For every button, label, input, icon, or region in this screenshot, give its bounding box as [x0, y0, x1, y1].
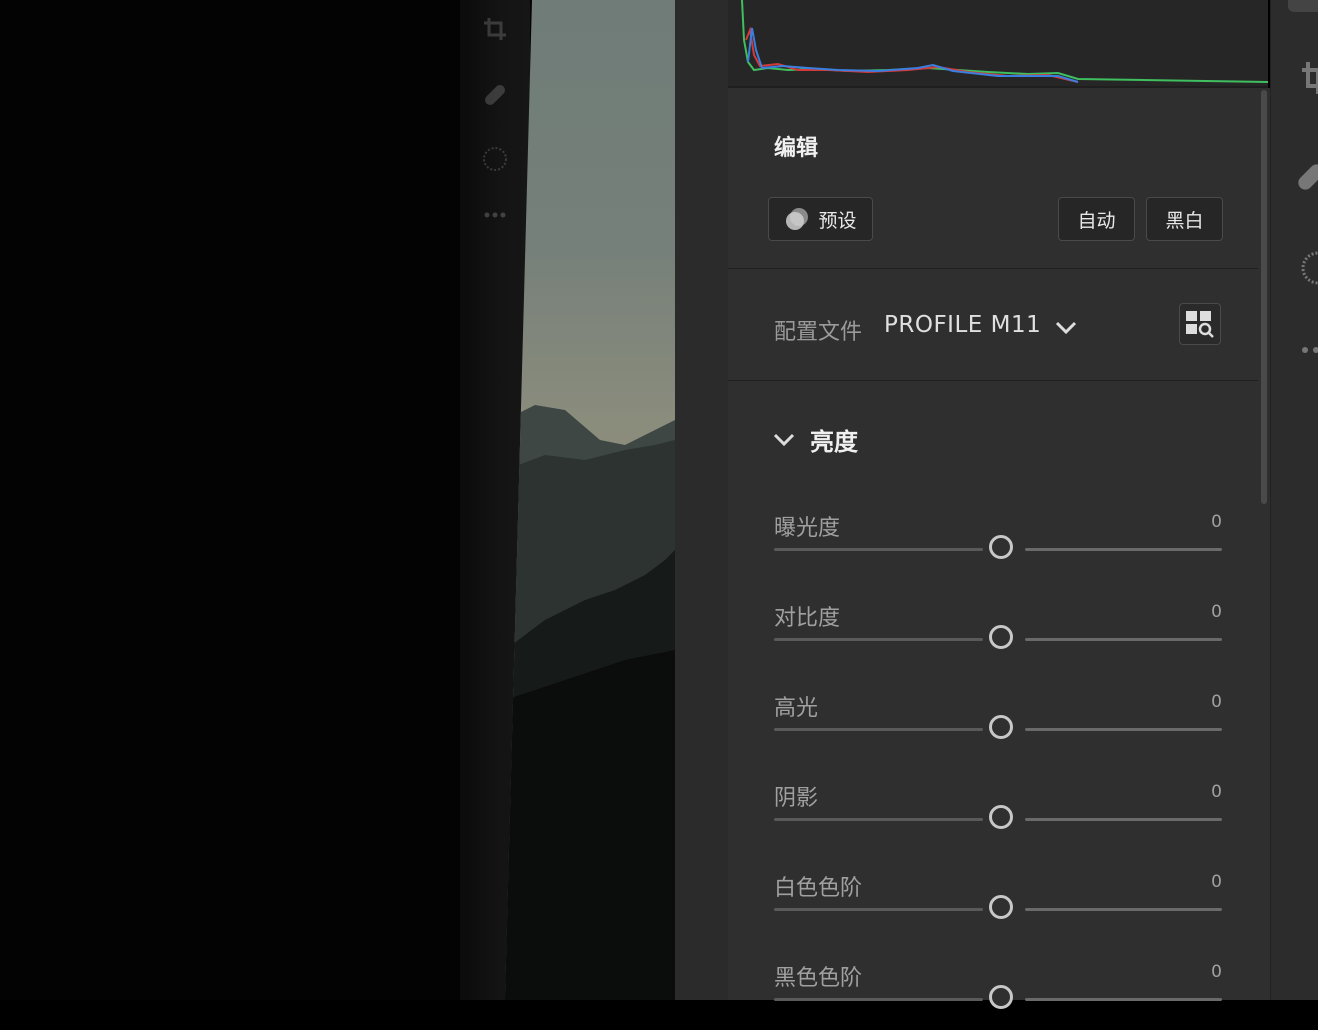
rail-tab[interactable]: [1288, 0, 1318, 12]
slider-value[interactable]: 0: [1211, 782, 1222, 802]
slider-track[interactable]: [774, 728, 983, 731]
slider-thumb[interactable]: [989, 715, 1013, 739]
slider-label: 曝光度: [774, 516, 841, 541]
more-icon[interactable]: [480, 200, 510, 230]
crop-icon[interactable]: [480, 14, 510, 44]
slider-label: 对比度: [774, 606, 841, 631]
crop-icon[interactable]: [1298, 60, 1318, 94]
slider-label: 阴影: [774, 786, 819, 811]
slider-value[interactable]: 0: [1211, 512, 1222, 532]
slider-track[interactable]: [1025, 908, 1222, 911]
slider-value[interactable]: 0: [1211, 962, 1222, 982]
image-canvas[interactable]: [0, 0, 675, 1000]
auto-button[interactable]: 自动: [1058, 197, 1135, 241]
slider-label: 黑色色阶: [774, 966, 863, 991]
slider-value[interactable]: 0: [1211, 692, 1222, 712]
chevron-down-icon[interactable]: [1054, 316, 1078, 340]
slider-track[interactable]: [774, 818, 983, 821]
presets-icon: [784, 206, 810, 232]
contrast-slider[interactable]: 对比度 0: [774, 600, 1222, 670]
divider: [728, 380, 1258, 381]
slider-thumb[interactable]: [989, 625, 1013, 649]
profile-label: 配置文件: [774, 320, 863, 345]
profile-browser-icon: [1186, 311, 1214, 338]
more-icon[interactable]: [1298, 338, 1318, 368]
section-title: 编辑: [774, 136, 819, 161]
slider-track[interactable]: [774, 548, 983, 551]
slider-thumb[interactable]: [989, 535, 1013, 559]
whites-slider[interactable]: 白色色阶 0: [774, 870, 1222, 940]
slider-track[interactable]: [1025, 638, 1222, 641]
histogram[interactable]: [728, 0, 1269, 88]
exposure-slider[interactable]: 曝光度 0: [774, 510, 1222, 580]
slider-thumb[interactable]: [989, 985, 1013, 1009]
slider-value[interactable]: 0: [1211, 872, 1222, 892]
light-group-title[interactable]: 亮度: [810, 422, 858, 457]
presets-label: 预设: [818, 209, 857, 232]
black-white-button[interactable]: 黑白: [1146, 197, 1223, 241]
tool-rail: [1270, 0, 1318, 1000]
shadows-slider[interactable]: 阴影 0: [774, 780, 1222, 850]
edit-panel: 编辑 预设 自动 黑白 配置文件 PROFILE M11 亮度 曝光度 0 对比…: [728, 0, 1269, 1009]
masking-icon[interactable]: [1298, 248, 1318, 285]
group-toggle-icon[interactable]: [772, 428, 796, 452]
healing-icon[interactable]: [480, 80, 510, 110]
healing-icon[interactable]: [1298, 160, 1318, 190]
slider-track[interactable]: [1025, 728, 1222, 731]
scrollbar-thumb[interactable]: [1261, 90, 1267, 504]
slider-track[interactable]: [774, 638, 983, 641]
profile-browser-button[interactable]: [1179, 303, 1221, 345]
highlights-slider[interactable]: 高光 0: [774, 690, 1222, 760]
slider-track[interactable]: [774, 908, 983, 911]
photo-preview: [505, 0, 675, 1000]
masking-icon[interactable]: [480, 144, 510, 174]
profile-dropdown[interactable]: PROFILE M11: [884, 312, 1041, 338]
panel-gutter: [675, 0, 728, 1000]
divider: [728, 268, 1258, 269]
slider-track[interactable]: [1025, 818, 1222, 821]
slider-track[interactable]: [1025, 548, 1222, 551]
slider-label: 高光: [774, 696, 819, 721]
slider-thumb[interactable]: [989, 805, 1013, 829]
slider-thumb[interactable]: [989, 895, 1013, 919]
blacks-slider[interactable]: 黑色色阶 0: [774, 960, 1222, 1030]
presets-button[interactable]: 预设: [768, 197, 873, 241]
slider-value[interactable]: 0: [1211, 602, 1222, 622]
slider-label: 白色色阶: [774, 876, 863, 901]
